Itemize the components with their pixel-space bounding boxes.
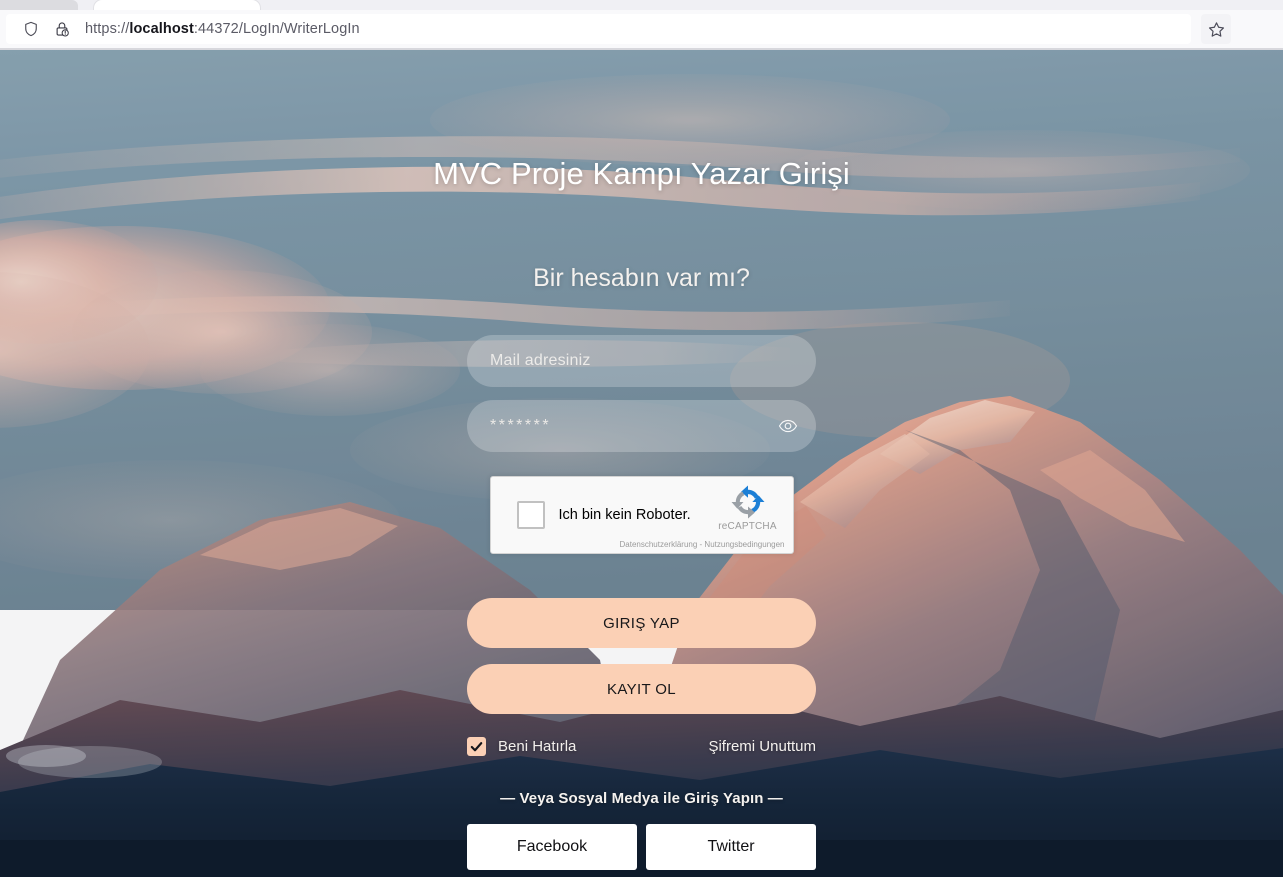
remember-row: Beni Hatırla Şifremi Unuttum: [467, 737, 816, 756]
recaptcha-checkbox[interactable]: [516, 501, 545, 529]
social-login-buttons: Facebook Twitter: [467, 824, 816, 870]
remember-me-checkbox[interactable]: [467, 737, 486, 756]
recaptcha-brand-name: reCAPTCHA: [718, 521, 777, 532]
forgot-password-link[interactable]: Şifremi Unuttum: [708, 738, 816, 755]
login-button[interactable]: GIRIŞ YAP: [467, 598, 816, 648]
email-input[interactable]: Mail adresiniz: [467, 335, 816, 387]
tab-strip: [0, 0, 1283, 10]
browser-navigation-bar: https://localhost:44372/LogIn/WriterLogI…: [0, 10, 1283, 48]
web-page-viewport: MVC Proje Kampı Yazar Girişi Bir hesabın…: [0, 50, 1283, 877]
password-masked-value: *******: [490, 417, 552, 434]
email-placeholder-text: Mail adresiniz: [490, 352, 591, 369]
bookmark-star-icon[interactable]: [1201, 14, 1231, 44]
url-host: localhost: [129, 21, 194, 37]
page-title: MVC Proje Kampı Yazar Girişi: [433, 156, 850, 191]
recaptcha-brand: reCAPTCHA: [711, 485, 785, 532]
recaptcha-label: Ich bin kein Roboter.: [558, 507, 691, 523]
login-form-container: MVC Proje Kampı Yazar Girişi Bir hesabın…: [0, 50, 1283, 877]
twitter-login-button[interactable]: Twitter: [646, 824, 816, 870]
eye-icon[interactable]: [776, 414, 800, 438]
social-divider-label: — Veya Sosyal Medya ile Giriş Yapın —: [500, 790, 783, 807]
recaptcha-legal-links[interactable]: Datenschutzerklärung - Nutzungsbedingung…: [620, 540, 785, 549]
password-input[interactable]: *******: [467, 400, 816, 452]
facebook-login-button[interactable]: Facebook: [467, 824, 637, 870]
browser-chrome: https://localhost:44372/LogIn/WriterLogI…: [0, 0, 1283, 50]
url-text: https://localhost:44372/LogIn/WriterLogI…: [85, 21, 360, 37]
login-subtitle: Bir hesabın var mı?: [533, 264, 750, 292]
recaptcha-logo-icon: [731, 485, 765, 519]
lock-warning-icon[interactable]: [51, 18, 73, 40]
register-button[interactable]: KAYIT OL: [467, 664, 816, 714]
active-browser-tab[interactable]: [94, 0, 260, 10]
remember-me-label: Beni Hatırla: [498, 738, 577, 755]
tab-strip-left-stub[interactable]: [0, 0, 78, 10]
url-path: :44372/LogIn/WriterLogIn: [193, 21, 360, 37]
remember-me-control[interactable]: Beni Hatırla: [467, 737, 576, 756]
url-bar[interactable]: https://localhost:44372/LogIn/WriterLogI…: [6, 14, 1191, 44]
shield-icon[interactable]: [20, 18, 42, 40]
url-scheme: https://: [85, 21, 130, 37]
recaptcha-widget[interactable]: Ich bin kein Roboter. reCAPTCHA Datensch…: [489, 476, 794, 554]
chrome-bottom-border: [0, 48, 1283, 50]
